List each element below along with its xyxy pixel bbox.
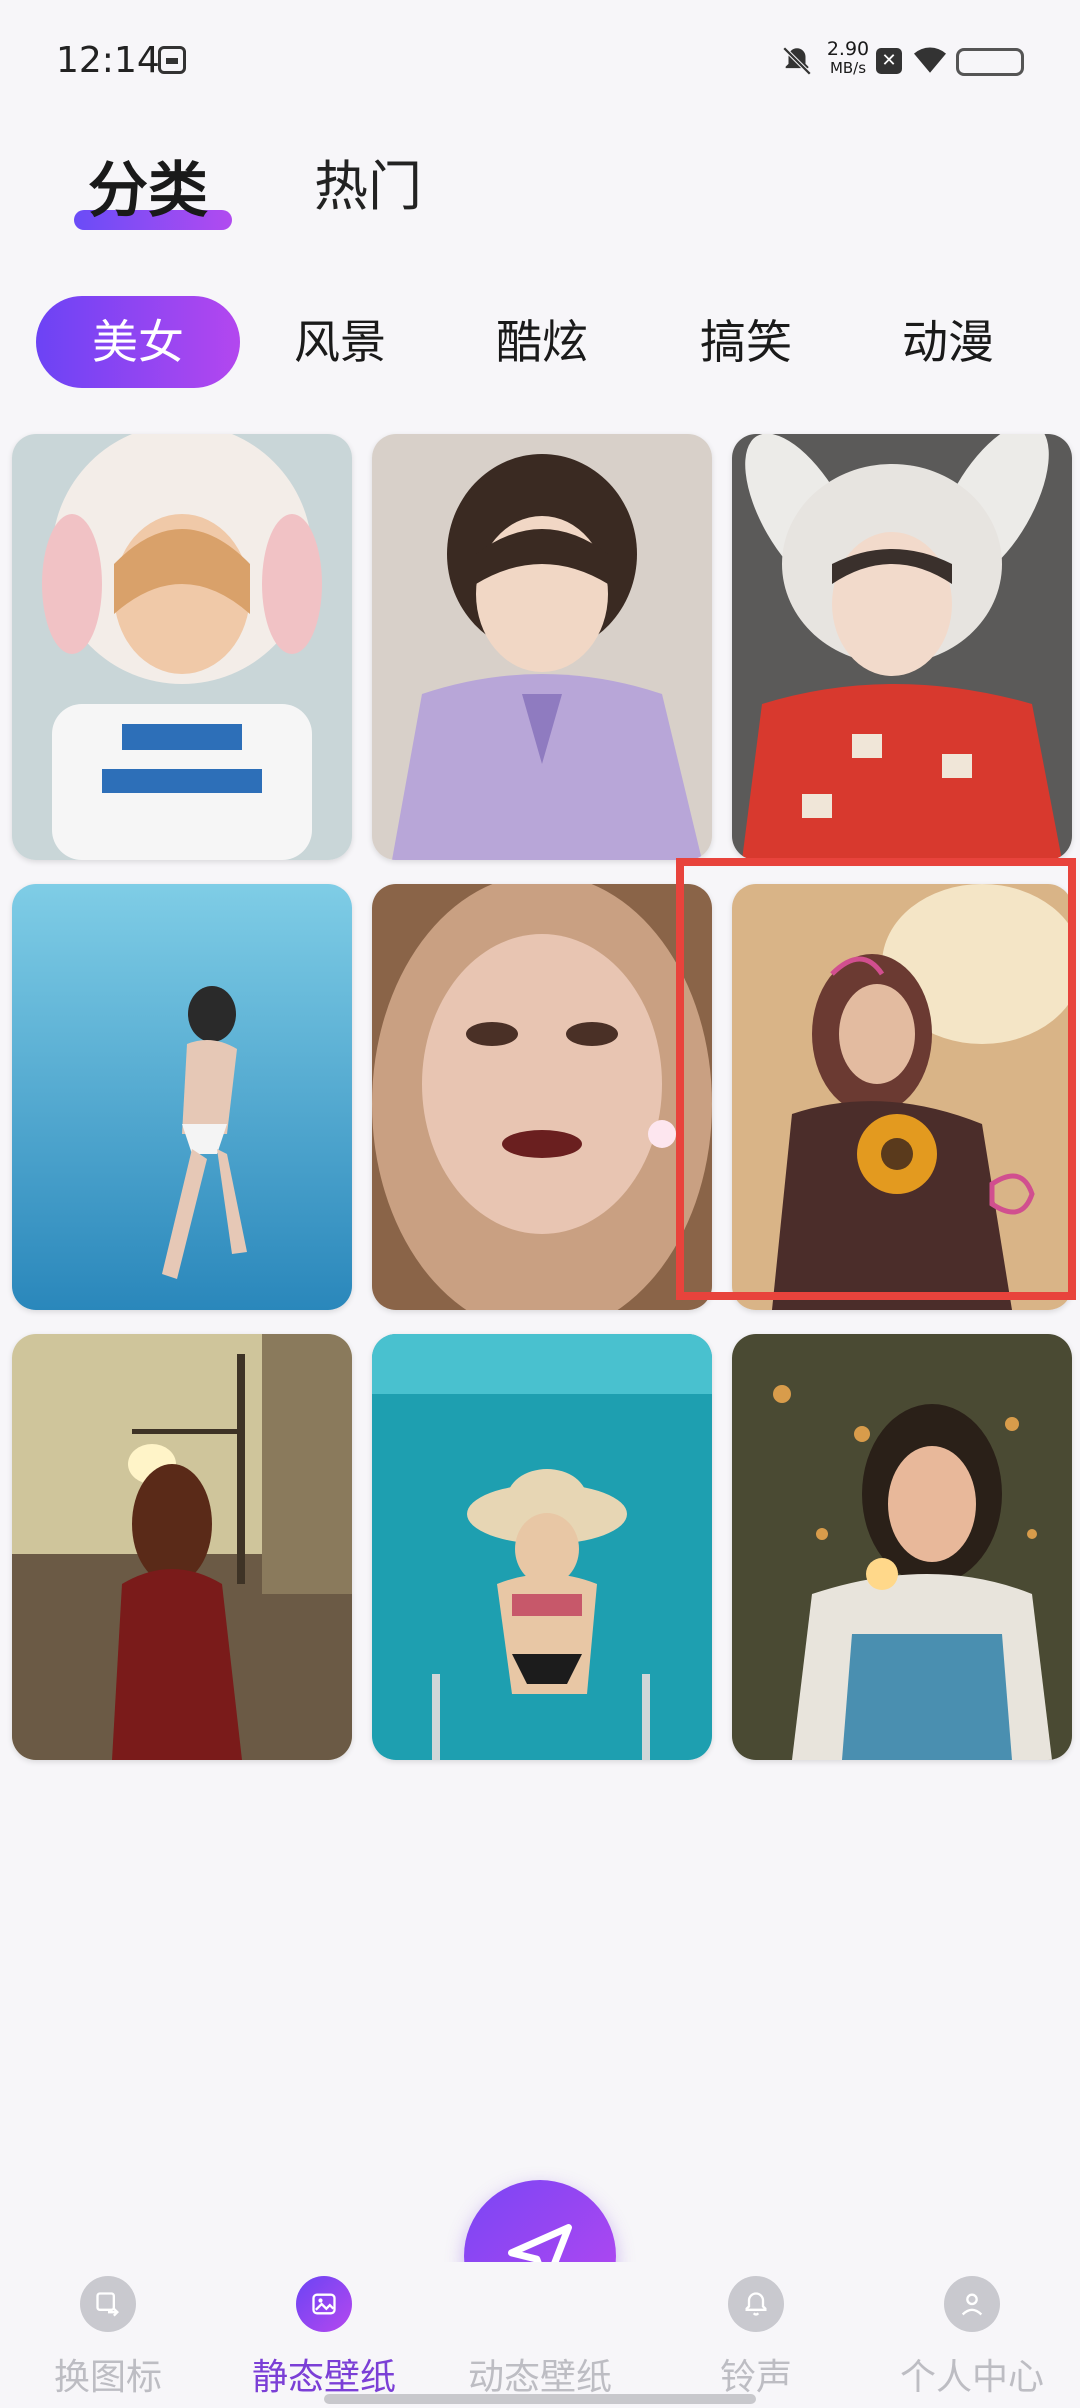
tab-category[interactable]: 分类 [88, 142, 208, 229]
wallpaper-image [372, 434, 712, 860]
wallpaper-tile[interactable] [12, 434, 352, 860]
wallpaper-tile[interactable] [372, 1334, 712, 1760]
nav-change-icon[interactable]: 换图标 [8, 2262, 208, 2400]
image-icon [296, 2276, 352, 2332]
wallpaper-tile[interactable] [12, 884, 352, 1310]
nav-label: 个人中心 [899, 2357, 1044, 2398]
bell-muted-icon [782, 46, 812, 76]
nav-ringtone[interactable]: 铃声 [656, 2262, 856, 2400]
net-speed-unit: MB/s [829, 59, 867, 77]
fab-spacer [440, 2262, 640, 2332]
wallpaper-image [12, 1334, 352, 1760]
bottom-nav: 换图标 静态壁纸 动态壁纸 铃声 个人中心 [0, 2262, 1080, 2408]
net-speed-value: 2.90 [826, 38, 870, 60]
person-icon [944, 2276, 1000, 2332]
nav-label: 铃声 [719, 2357, 792, 2398]
nav-profile[interactable]: 个人中心 [872, 2262, 1072, 2400]
wifi-icon [914, 47, 946, 73]
top-tabs: 分类 热门 [0, 130, 1080, 240]
tab-hot[interactable]: 热门 [314, 142, 422, 221]
wallpaper-tile[interactable] [372, 434, 712, 860]
category-beauty[interactable]: 美女 [36, 296, 240, 388]
nav-label: 换图标 [53, 2357, 162, 2398]
home-indicator[interactable] [324, 2394, 756, 2404]
sim-icon [158, 46, 186, 74]
nav-label: 静态壁纸 [251, 2357, 396, 2398]
wallpaper-tile[interactable] [732, 434, 1072, 860]
category-cool[interactable]: 酷炫 [440, 296, 644, 388]
category-scenery[interactable]: 风景 [238, 296, 442, 388]
net-speed: 2.90 MB/s [824, 40, 872, 76]
wallpaper-image [372, 884, 712, 1310]
wallpaper-image [12, 884, 352, 1310]
wallpaper-image [732, 1334, 1072, 1760]
wallpaper-image [732, 434, 1072, 860]
wallpaper-tile[interactable] [12, 1334, 352, 1760]
screen: 12:14 2.90 MB/s ✕ 分类 热门 美女 风景 酷炫 搞笑 动漫 换… [0, 0, 1080, 2408]
nav-dynamic-wallpaper[interactable]: 动态壁纸 [440, 2262, 640, 2400]
status-time: 12:14 [56, 40, 160, 81]
bell-icon [728, 2276, 784, 2332]
category-funny[interactable]: 搞笑 [644, 296, 848, 388]
category-bar: 美女 风景 酷炫 搞笑 动漫 [0, 296, 1080, 390]
selection-highlight [676, 858, 1076, 1300]
wallpaper-tile[interactable] [372, 884, 712, 1310]
battery-icon [956, 48, 1024, 76]
nav-label: 动态壁纸 [467, 2357, 612, 2398]
swap-icon [80, 2276, 136, 2332]
wallpaper-image [12, 434, 352, 860]
status-bar: 12:14 2.90 MB/s ✕ [0, 0, 1080, 120]
category-anime[interactable]: 动漫 [846, 296, 1050, 388]
nav-static-wallpaper[interactable]: 静态壁纸 [224, 2262, 424, 2400]
wallpaper-image [372, 1334, 712, 1760]
wallpaper-tile[interactable] [732, 1334, 1072, 1760]
close-box-icon: ✕ [876, 48, 902, 74]
